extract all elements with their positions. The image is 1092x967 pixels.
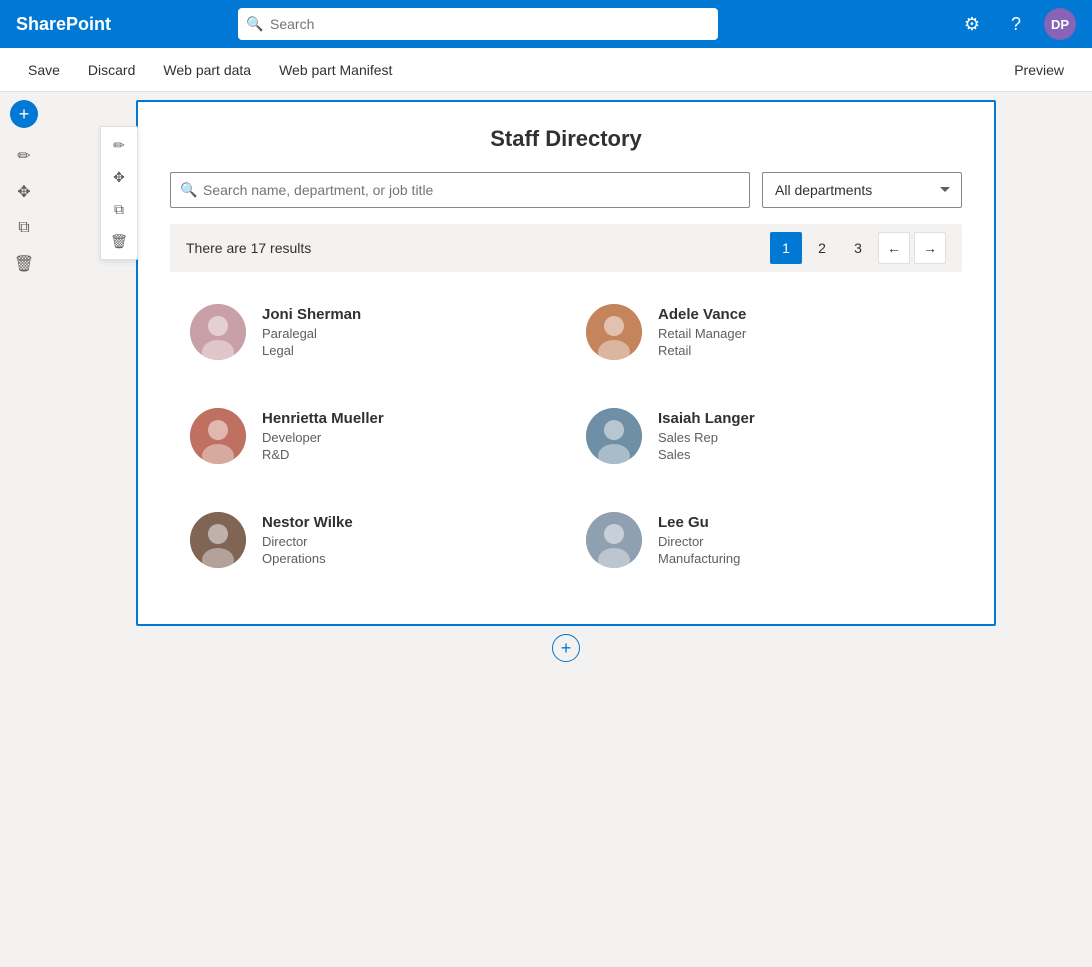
discard-button[interactable]: Discard	[76, 56, 147, 84]
nav-icons-group: ⚙ ? DP	[956, 8, 1076, 40]
duplicate-icon[interactable]: ⧉	[8, 212, 40, 244]
staff-role: Retail Manager	[658, 325, 746, 343]
page-prev-button[interactable]: ←	[878, 232, 910, 264]
department-filter[interactable]: All departments	[762, 172, 962, 208]
staff-avatar	[190, 304, 246, 360]
canvas-area: + ✏ ✥ ⧉ 🗑 ✏ ✥ ⧉ 🗑 Staff Directory 🔍	[0, 92, 1092, 967]
staff-dept: Sales	[658, 447, 755, 462]
staff-dept: R&D	[262, 447, 384, 462]
staff-role: Director	[262, 533, 353, 551]
top-navigation: SharePoint 🔍 ⚙ ? DP	[0, 0, 1092, 48]
add-section-button-top[interactable]: +	[10, 100, 38, 128]
inline-copy-icon[interactable]: ⧉	[105, 195, 133, 223]
results-bar: There are 17 results 1 2 3 ← →	[170, 224, 962, 272]
staff-directory-webpart: Staff Directory 🔍 All departments There …	[138, 102, 994, 624]
search-input[interactable]	[238, 8, 718, 40]
staff-avatar	[586, 512, 642, 568]
staff-role: Sales Rep	[658, 429, 755, 447]
staff-card[interactable]: Isaiah Langer Sales RepSales	[566, 384, 962, 488]
staff-avatar	[190, 408, 246, 464]
add-section-button-bottom[interactable]: +	[552, 634, 580, 662]
staff-avatar	[586, 408, 642, 464]
webpart-manifest-button[interactable]: Web part Manifest	[267, 56, 404, 84]
staff-name: Adele Vance	[658, 306, 746, 323]
staff-info: Lee Gu DirectorManufacturing	[658, 514, 740, 566]
staff-name: Nestor Wilke	[262, 514, 353, 531]
staff-avatar	[190, 512, 246, 568]
staff-directory-title: Staff Directory	[170, 126, 962, 152]
staff-info: Joni Sherman ParalegalLegal	[262, 306, 361, 358]
bottom-add-row: +	[544, 626, 588, 670]
staff-info: Isaiah Langer Sales RepSales	[658, 410, 755, 462]
staff-name: Joni Sherman	[262, 306, 361, 323]
inline-move-icon[interactable]: ✥	[105, 163, 133, 191]
content-panel: ✏ ✥ ⧉ 🗑 Staff Directory 🔍 All department…	[48, 92, 1092, 967]
save-button[interactable]: Save	[16, 56, 72, 84]
page-2-button[interactable]: 2	[806, 232, 838, 264]
staff-info: Nestor Wilke DirectorOperations	[262, 514, 353, 566]
staff-search-icon: 🔍	[180, 182, 197, 199]
staff-name: Isaiah Langer	[658, 410, 755, 427]
staff-dept: Legal	[262, 343, 361, 358]
edit-icon[interactable]: ✏	[8, 140, 40, 172]
webpart-data-button[interactable]: Web part data	[151, 56, 263, 84]
page-1-button[interactable]: 1	[770, 232, 802, 264]
staff-name: Lee Gu	[658, 514, 740, 531]
staff-role: Developer	[262, 429, 384, 447]
staff-dept: Manufacturing	[658, 551, 740, 566]
staff-card[interactable]: Adele Vance Retail ManagerRetail	[566, 280, 962, 384]
page-3-button[interactable]: 3	[842, 232, 874, 264]
staff-card[interactable]: Lee Gu DirectorManufacturing	[566, 488, 962, 592]
left-sidebar: + ✏ ✥ ⧉ 🗑	[0, 92, 48, 967]
search-container: 🔍	[238, 8, 718, 40]
move-icon[interactable]: ✥	[8, 176, 40, 208]
staff-role: Paralegal	[262, 325, 361, 343]
inline-trash-icon[interactable]: 🗑	[105, 227, 133, 255]
staff-card[interactable]: Joni Sherman ParalegalLegal	[170, 280, 566, 384]
webpart-container: ✏ ✥ ⧉ 🗑 Staff Directory 🔍 All department…	[136, 100, 996, 626]
staff-dept: Operations	[262, 551, 353, 566]
delete-icon[interactable]: 🗑	[8, 248, 40, 280]
pagination: 1 2 3 ← →	[770, 232, 946, 264]
staff-grid: Joni Sherman ParalegalLegal Adele Vance Re…	[170, 280, 962, 592]
preview-button[interactable]: Preview	[1002, 56, 1076, 84]
help-button[interactable]: ?	[1000, 8, 1032, 40]
page-next-button[interactable]: →	[914, 232, 946, 264]
webpart-inline-tools: ✏ ✥ ⧉ 🗑	[100, 126, 138, 260]
staff-avatar	[586, 304, 642, 360]
search-filter-row: 🔍 All departments	[170, 172, 962, 208]
settings-button[interactable]: ⚙	[956, 8, 988, 40]
staff-info: Henrietta Mueller DeveloperR&D	[262, 410, 384, 462]
user-avatar[interactable]: DP	[1044, 8, 1076, 40]
staff-role: Director	[658, 533, 740, 551]
staff-name: Henrietta Mueller	[262, 410, 384, 427]
toolbar: Save Discard Web part data Web part Mani…	[0, 48, 1092, 92]
staff-search-input[interactable]	[170, 172, 750, 208]
brand-logo[interactable]: SharePoint	[16, 14, 111, 35]
inline-pencil-icon[interactable]: ✏	[105, 131, 133, 159]
staff-dept: Retail	[658, 343, 746, 358]
results-count: There are 17 results	[186, 240, 311, 256]
staff-info: Adele Vance Retail ManagerRetail	[658, 306, 746, 358]
staff-card[interactable]: Nestor Wilke DirectorOperations	[170, 488, 566, 592]
staff-card[interactable]: Henrietta Mueller DeveloperR&D	[170, 384, 566, 488]
staff-search-wrap: 🔍	[170, 172, 750, 208]
